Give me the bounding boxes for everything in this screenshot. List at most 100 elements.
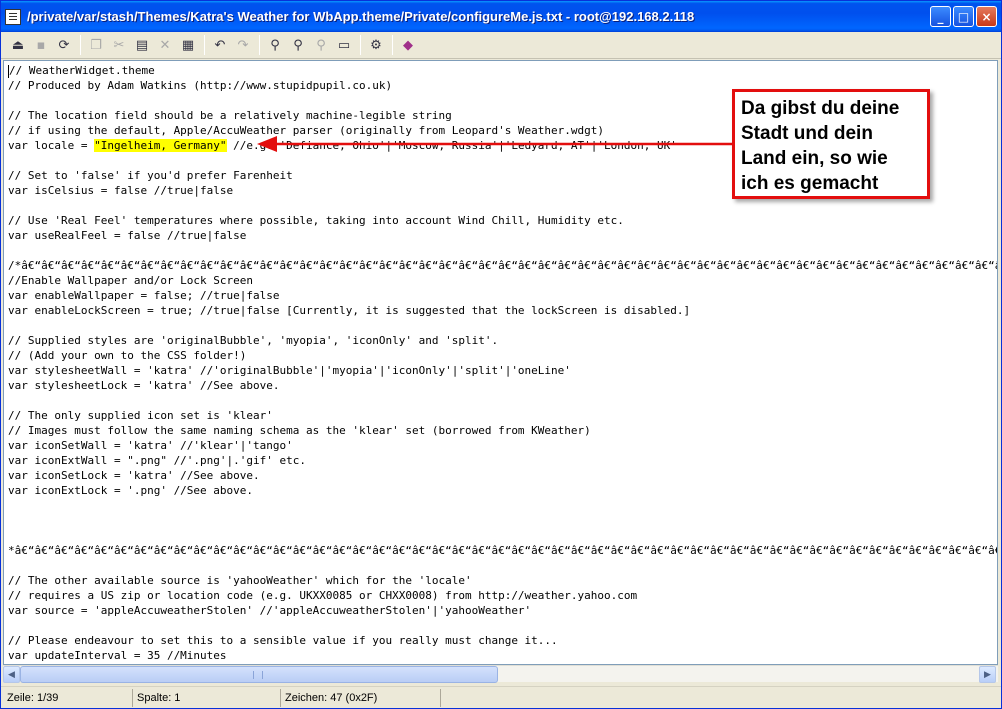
code-line[interactable]: // (Add your own to the CSS folder!) (8, 348, 997, 363)
code-line[interactable] (8, 618, 997, 633)
code-text: var updateInterval = 35 //Minutes (8, 649, 227, 662)
code-line[interactable]: // The other available source is 'yahooW… (8, 573, 997, 588)
find-icon[interactable]: ⚲ (264, 34, 286, 56)
toolbar-separator (80, 35, 81, 55)
code-text: var iconSetLock = 'katra' //See above. (8, 469, 260, 482)
notepad-icon[interactable] (5, 8, 21, 25)
code-text: var stylesheetWall = 'katra' //'original… (8, 364, 571, 377)
refresh-icon[interactable]: ⟳ (53, 34, 75, 56)
code-text: var source = 'appleAccuweatherStolen' //… (8, 604, 532, 617)
code-text: var useRealFeel = false //true|false (8, 229, 247, 242)
code-text: /*â€“â€“â€“â€“â€“â€“â€“â€“â€“â€“â€“â€“â€… (8, 259, 998, 272)
code-text: var stylesheetLock = 'katra' //See above… (8, 379, 280, 392)
scrollbar-thumb[interactable] (20, 666, 498, 683)
editor-window: /private/var/stash/Themes/Katra's Weathe… (0, 0, 1002, 709)
code-line[interactable]: *â€“â€“â€“â€“â€“â€“â€“â€“â€“â€“â€“â€“â€“… (8, 543, 997, 558)
code-text: // Please endeavour to set this to a sen… (8, 634, 558, 647)
toolbar-separator (360, 35, 361, 55)
code-line[interactable] (8, 393, 997, 408)
find-next-icon[interactable]: ⚲ (287, 34, 309, 56)
delete-icon[interactable]: ✕ (154, 34, 176, 56)
code-text: // Supplied styles are 'originalBubble',… (8, 334, 499, 347)
title-bar[interactable]: /private/var/stash/Themes/Katra's Weathe… (1, 1, 1001, 32)
code-line[interactable] (8, 498, 997, 513)
annotation-callout: Da gibst du deine Stadt und dein Land ei… (732, 89, 930, 199)
redo-icon[interactable]: ↷ (232, 34, 254, 56)
code-text: // Produced by Adam Watkins (http://www.… (8, 79, 393, 92)
code-line[interactable]: // The only supplied icon set is 'klear' (8, 408, 997, 423)
code-line[interactable] (8, 243, 997, 258)
locale-value-highlight[interactable]: "Ingelheim, Germany" (94, 139, 227, 152)
code-line[interactable]: var iconExtWall = ".png" //'.png'|.'gif'… (8, 453, 997, 468)
save-icon[interactable]: ▪ (30, 34, 52, 56)
code-line[interactable]: var iconSetWall = 'katra' //'klear'|'tan… (8, 438, 997, 453)
maximize-button[interactable]: □ (953, 6, 974, 27)
callout-line: ich es gemacht (741, 173, 879, 194)
code-line[interactable]: // WeatherWidget.theme (8, 63, 997, 78)
code-line[interactable]: /*â€“â€“â€“â€“â€“â€“â€“â€“â€“â€“â€“â€“â€… (8, 258, 998, 273)
settings-icon[interactable]: ⚙ (365, 34, 387, 56)
code-text: // if using the default, Apple/AccuWeath… (8, 124, 605, 137)
code-text: // The other available source is 'yahooW… (8, 574, 472, 587)
code-line[interactable]: // requires a US zip or location code (e… (8, 588, 997, 603)
code-text: // Set to 'false' if you'd prefer Farenh… (8, 169, 293, 182)
status-bar: Zeile: 1/39 Spalte: 1 Zeichen: 47 (0x2F) (1, 686, 1001, 708)
code-line[interactable]: // Images must follow the same naming sc… (8, 423, 997, 438)
code-text: // WeatherWidget.theme (9, 64, 155, 77)
status-line: Zeile: 1/39 (3, 689, 133, 707)
replace-icon[interactable]: ⚲ (310, 34, 332, 56)
grip-icon (253, 671, 263, 679)
toolbar-separator (204, 35, 205, 55)
cut-icon[interactable]: ✂ (108, 34, 130, 56)
code-line[interactable] (8, 558, 997, 573)
code-line[interactable]: //Enable Wallpaper and/or Lock Screen (8, 273, 997, 288)
callout-line: Da gibst du deine (741, 98, 900, 119)
code-text: var enableLockScreen = true; //true|fals… (8, 304, 691, 317)
code-line[interactable]: var source = 'appleAccuweatherStolen' //… (8, 603, 997, 618)
undo-icon[interactable]: ↶ (209, 34, 231, 56)
close-button[interactable]: × (976, 6, 997, 27)
code-text: // The location field should be a relati… (8, 109, 452, 122)
scroll-right-button[interactable]: ▶ (979, 666, 996, 683)
code-line[interactable]: var updateInterval = 35 //Minutes (8, 648, 997, 663)
scroll-left-button[interactable]: ◀ (3, 666, 20, 683)
code-text: // requires a US zip or location code (e… (8, 589, 638, 602)
locale-prefix: var locale = (8, 139, 95, 152)
paste-icon[interactable]: ▤ (131, 34, 153, 56)
code-line[interactable]: // Use 'Real Feel' temperatures where po… (8, 213, 997, 228)
code-line[interactable] (8, 198, 997, 213)
goto-icon[interactable]: ▭ (333, 34, 355, 56)
code-text: //Enable Wallpaper and/or Lock Screen (8, 274, 254, 287)
code-text: var iconSetWall = 'katra' //'klear'|'tan… (8, 439, 293, 452)
status-column: Spalte: 1 (133, 689, 281, 707)
status-chars: Zeichen: 47 (0x2F) (281, 689, 441, 707)
code-text: // (Add your own to the CSS folder!) (8, 349, 247, 362)
help-icon[interactable]: ◆ (397, 34, 419, 56)
horizontal-scrollbar[interactable]: ◀ ▶ (3, 665, 998, 683)
code-line[interactable] (8, 513, 997, 528)
copy-icon[interactable]: ❐ (85, 34, 107, 56)
code-text: var isCelsius = false //true|false (8, 184, 234, 197)
code-line[interactable]: var enableWallpaper = false; //true|fals… (8, 288, 997, 303)
code-line[interactable]: var stylesheetLock = 'katra' //See above… (8, 378, 997, 393)
window-title: /private/var/stash/Themes/Katra's Weathe… (27, 9, 695, 24)
disconnect-icon[interactable]: ⏏ (7, 34, 29, 56)
code-line[interactable]: var enableLockScreen = true; //true|fals… (8, 303, 997, 318)
code-line[interactable]: // Supplied styles are 'originalBubble',… (8, 333, 997, 348)
code-line[interactable] (8, 318, 997, 333)
code-line[interactable]: var stylesheetWall = 'katra' //'original… (8, 363, 997, 378)
status-empty (441, 689, 999, 707)
code-line[interactable]: // Please endeavour to set this to a sen… (8, 633, 997, 648)
minimize-button[interactable]: _ (930, 6, 951, 27)
code-line[interactable]: var useRealFeel = false //true|false (8, 228, 997, 243)
toolbar-separator (259, 35, 260, 55)
code-line[interactable]: var iconSetLock = 'katra' //See above. (8, 468, 997, 483)
select-all-icon[interactable]: ▦ (177, 34, 199, 56)
code-text: var iconExtLock = '.png' //See above. (8, 484, 254, 497)
code-line[interactable] (8, 528, 997, 543)
code-text: // The only supplied icon set is 'klear' (8, 409, 273, 422)
code-text: // Images must follow the same naming sc… (8, 424, 591, 437)
code-text: *â€“â€“â€“â€“â€“â€“â€“â€“â€“â€“â€“â€“â€“… (8, 544, 997, 557)
locale-suffix: //e.g. 'Defiance, Ohio'|'Moscow, Russia'… (233, 139, 677, 152)
code-line[interactable]: var iconExtLock = '.png' //See above. (8, 483, 997, 498)
